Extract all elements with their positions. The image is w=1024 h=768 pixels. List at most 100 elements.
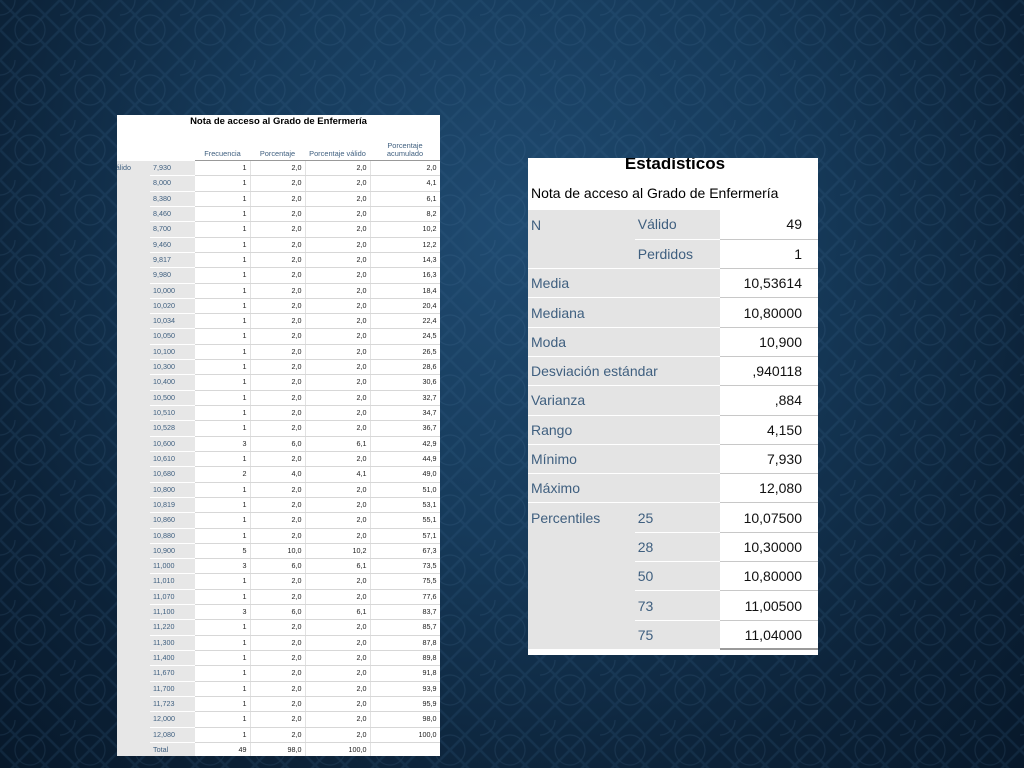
row-group-label: [117, 298, 150, 314]
statistic-value: 4,150: [720, 415, 818, 445]
row-value-label: 10,819: [150, 497, 195, 514]
statistics-title: Estadísticos: [624, 158, 726, 173]
percentile-label: 73: [634, 590, 721, 621]
cell-porcentaje-valido: 2,0: [305, 267, 371, 284]
cell-porcentaje: 6,0: [250, 436, 306, 452]
table-row: 10,300 1 2,0 2,0 28,6: [117, 359, 440, 376]
cell-porcentaje-valido: 2,0: [305, 160, 371, 177]
table-row: Válido7,93012,02,02,0: [117, 160, 440, 177]
table-row: 10,500 1 2,0 2,0 32,7: [117, 390, 440, 407]
cell-frecuencia: 1: [195, 191, 251, 207]
cell-porcentaje: 2,0: [250, 313, 306, 330]
percentile-label: 25: [634, 502, 721, 533]
frequency-table-panel: Nota de acceso al Grado de Enfermería Fr…: [117, 115, 440, 756]
cell-porcentaje-acumulado: 75,5: [370, 573, 440, 590]
frequency-table-body: Válido7,93012,02,02,08,00012,02,04,18,38…: [117, 160, 440, 756]
cell-porcentaje-acumulado: 91,8: [370, 665, 440, 682]
table-row: 9,817 1 2,0 2,0 14,3: [117, 252, 440, 269]
cell-frecuencia: 1: [195, 160, 251, 177]
row-group-label: [117, 466, 150, 483]
row-group-label: [117, 390, 150, 406]
cell-porcentaje-valido: 2,0: [305, 696, 371, 713]
cell-frecuencia: 1: [195, 221, 251, 238]
row-value-label: 11,300: [150, 635, 195, 652]
cell-porcentaje-valido: 2,0: [305, 512, 371, 529]
percentile-value: 10,07500: [720, 502, 818, 533]
cell-porcentaje-valido: 2,0: [305, 252, 371, 269]
row-value-label: 11,723: [150, 696, 195, 713]
statistic-label: Varianza: [528, 385, 721, 416]
cell-frecuencia: 1: [195, 665, 251, 682]
cell-porcentaje-valido: 2,0: [305, 359, 371, 376]
cell-porcentaje: 2,0: [250, 573, 306, 590]
cell-porcentaje-valido: 6,1: [305, 558, 371, 575]
cell-porcentaje-valido: 2,0: [305, 175, 371, 192]
row-value-label: 10,100: [150, 344, 195, 361]
row-group-label: [117, 619, 150, 636]
statistics-subtitle: Nota de acceso al Grado de Enfermería: [531, 185, 779, 201]
table-row: Percentiles 25 10,07500: [528, 502, 818, 533]
statistic-value: 10,900: [720, 327, 818, 357]
cell-porcentaje-acumulado: 6,1: [370, 191, 440, 207]
cell-porcentaje-acumulado: [370, 742, 440, 756]
row-value-label: 10,050: [150, 328, 195, 345]
row-value-label: 11,010: [150, 573, 195, 590]
frequency-table-title: Nota de acceso al Grado de Enfermería: [190, 116, 367, 127]
cell-porcentaje-acumulado: 57,1: [370, 528, 440, 544]
cell-porcentaje-acumulado: 73,5: [370, 558, 440, 575]
cell-frecuencia: 1: [195, 175, 251, 192]
cell-porcentaje-acumulado: 44,9: [370, 451, 440, 468]
cell-frecuencia: 1: [195, 374, 251, 391]
cell-frecuencia: 1: [195, 696, 251, 713]
row-group-label: [117, 206, 150, 222]
row-group-label: [117, 405, 150, 421]
row-value-label: 10,600: [150, 436, 195, 452]
row-group-label: [117, 558, 150, 574]
n-label: N: [528, 210, 635, 240]
row-group-label: [117, 313, 150, 329]
cell-porcentaje: 2,0: [250, 252, 306, 269]
cell-porcentaje: 6,0: [250, 604, 306, 621]
row-group-label: [117, 221, 150, 238]
row-value-label: 10,610: [150, 451, 195, 468]
cell-frecuencia: 1: [195, 497, 251, 514]
row-group-label: [117, 191, 150, 207]
table-row: 10,900 5 10,0 10,2 67,3: [117, 543, 440, 560]
cell-porcentaje: 2,0: [250, 711, 306, 728]
cell-frecuencia: 1: [195, 635, 251, 652]
row-group-label: [117, 175, 150, 192]
cell-porcentaje-acumulado: 4,1: [370, 175, 440, 192]
table-row: 8,000 1 2,0 2,0 4,1: [117, 175, 440, 192]
cell-frecuencia: 1: [195, 681, 251, 697]
table-row: Mediana 10,80000: [528, 297, 818, 328]
cell-porcentaje-valido: 2,0: [305, 650, 371, 667]
statistic-label: Rango: [528, 415, 721, 445]
cell-porcentaje-acumulado: 98,0: [370, 711, 440, 728]
row-group-label: [117, 604, 150, 620]
row-value-label: 10,680: [150, 466, 195, 483]
cell-porcentaje-acumulado: 2,0: [370, 160, 440, 177]
table-row: 8,460 1 2,0 2,0 8,2: [117, 206, 440, 223]
row-group-label: [117, 283, 150, 299]
row-group-label: [117, 635, 150, 651]
percentiles-label-spacer: [528, 590, 635, 621]
row-group-label: [117, 681, 150, 697]
row-group-label: Válido: [117, 160, 150, 176]
row-value-label: 8,700: [150, 221, 195, 238]
cell-porcentaje-valido: 2,0: [305, 221, 371, 238]
row-value-label: 10,300: [150, 359, 195, 376]
cell-porcentaje: 2,0: [250, 267, 306, 284]
cell-frecuencia: 3: [195, 436, 251, 452]
statistic-label: Máximo: [528, 473, 721, 504]
cell-porcentaje-acumulado: 30,6: [370, 374, 440, 391]
cell-porcentaje-acumulado: 51,0: [370, 482, 440, 498]
cell-porcentaje-acumulado: 49,0: [370, 466, 440, 483]
cell-porcentaje-acumulado: 12,2: [370, 237, 440, 253]
statistic-value: ,940118: [720, 356, 818, 387]
row-value-label: 8,460: [150, 206, 195, 223]
table-row: 9,460 1 2,0 2,0 12,2: [117, 237, 440, 253]
row-value-label: 8,380: [150, 191, 195, 207]
n-missing-label: Perdidos: [634, 239, 721, 270]
cell-porcentaje: 2,0: [250, 635, 306, 652]
table-row: Total 49 98,0 100,0: [117, 742, 440, 756]
